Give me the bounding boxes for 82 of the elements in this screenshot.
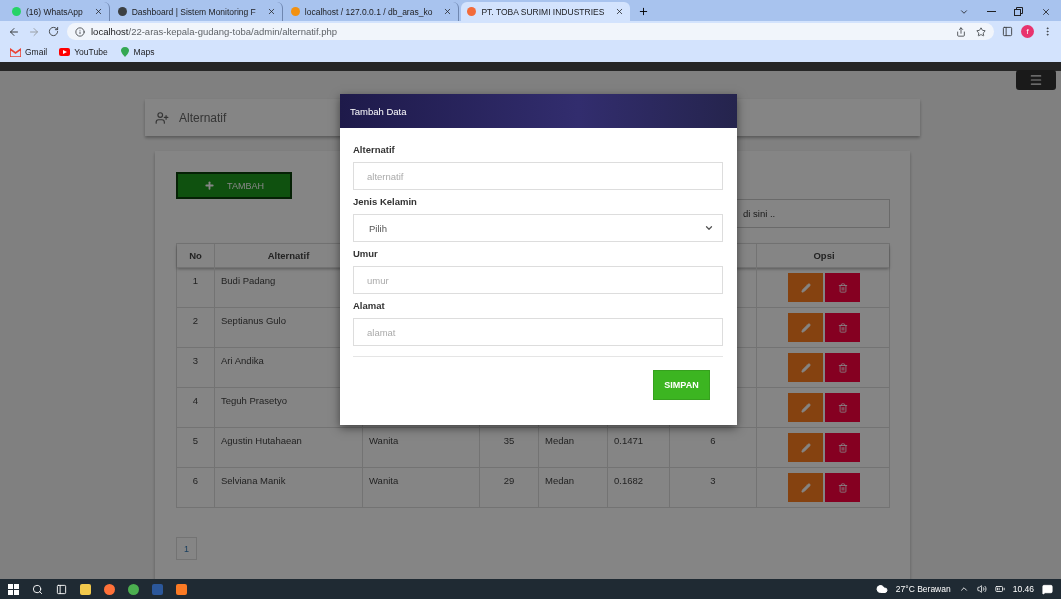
input-field[interactable]: alternatif xyxy=(353,162,723,190)
star-icon[interactable] xyxy=(976,26,986,37)
pencil-icon xyxy=(800,322,811,333)
notification-icon[interactable] xyxy=(1042,583,1053,595)
table-cell-text: 3 xyxy=(191,354,200,368)
app-icon[interactable] xyxy=(176,583,187,595)
table-cell: 35 xyxy=(479,428,538,467)
trash-icon xyxy=(837,402,848,413)
column-header: Opsi xyxy=(756,244,891,267)
cloud-icon xyxy=(875,583,888,595)
windows-start-icon[interactable] xyxy=(8,583,19,595)
pencil-icon xyxy=(800,402,811,413)
browser-tab[interactable]: PT. TOBA SURIMI INDUSTRIES xyxy=(461,2,631,21)
table-cell: 6 xyxy=(669,428,756,467)
table-cell: 3 xyxy=(669,468,756,507)
bookmark-link[interactable]: YouTube xyxy=(59,47,108,57)
trash-icon xyxy=(837,322,848,333)
table-cell: Selviana Manik xyxy=(214,468,362,507)
table-cell: Wanita xyxy=(362,428,479,467)
trash-icon xyxy=(837,442,848,453)
address-bar[interactable]: localhost/22-aras-kepala-gudang-toba/admin/alternatif.php xyxy=(67,23,994,40)
weather-text: 27°C Berawan xyxy=(895,584,951,594)
select-field[interactable]: Pilih xyxy=(353,214,723,242)
table-cell-text: 1 xyxy=(191,274,200,288)
table-cell-text: 6 xyxy=(191,474,200,488)
clock-text: 10.46 xyxy=(1012,584,1034,594)
back-icon[interactable] xyxy=(8,25,20,38)
table-cell: Agustin Hutahaean xyxy=(214,428,362,467)
new-tab-icon[interactable] xyxy=(638,6,650,17)
chevron-down-icon xyxy=(704,223,714,233)
trash-icon xyxy=(837,362,848,373)
sidebar-icon[interactable] xyxy=(1002,26,1013,37)
browser-app-icon[interactable] xyxy=(128,583,139,595)
pencil-icon xyxy=(800,442,811,453)
user-plus-icon xyxy=(155,110,169,125)
field-label: Jenis Kelamin xyxy=(353,196,418,207)
bookmark-link[interactable]: Maps xyxy=(119,47,155,57)
pencil-icon xyxy=(800,282,811,293)
close-icon[interactable] xyxy=(1041,6,1051,17)
restore-icon[interactable] xyxy=(1014,7,1023,16)
table-cell: 29 xyxy=(479,468,538,507)
close-icon xyxy=(443,7,453,16)
page-title: Alternatif xyxy=(179,110,227,125)
profile-avatar[interactable]: f xyxy=(1021,25,1034,38)
map-pin-icon xyxy=(119,47,130,57)
table-cell: 0.1682 xyxy=(607,468,669,507)
table-cell: Medan xyxy=(538,428,607,467)
table-cell-text: 5 xyxy=(191,434,200,448)
plus-icon xyxy=(204,180,216,191)
menu-button[interactable] xyxy=(1016,70,1056,90)
tray-caret-icon[interactable] xyxy=(958,584,969,594)
menu-icon xyxy=(1029,73,1043,87)
trash-icon xyxy=(837,482,848,493)
pencil-icon xyxy=(800,482,811,493)
play-icon xyxy=(59,48,71,56)
bookmark-link[interactable]: Gmail xyxy=(10,47,48,57)
input-field[interactable]: alamat xyxy=(353,318,723,346)
table-cell: Wanita xyxy=(362,468,479,507)
search-icon[interactable] xyxy=(32,583,43,595)
column-header: No xyxy=(188,249,203,263)
modal-title: Tambah Data xyxy=(350,105,407,117)
document-app-icon[interactable] xyxy=(152,583,163,595)
share-icon[interactable] xyxy=(956,26,966,37)
speaker-icon[interactable] xyxy=(976,584,987,594)
field-label: Alternatif xyxy=(353,144,396,155)
table-cell: 0.1471 xyxy=(607,428,669,467)
input-field[interactable]: umur xyxy=(353,266,723,294)
task-view-icon[interactable] xyxy=(56,583,67,595)
close-icon xyxy=(266,7,276,16)
table-cell-text: 2 xyxy=(191,314,200,328)
close-icon xyxy=(615,7,625,16)
reload-icon[interactable] xyxy=(48,26,59,37)
mail-icon xyxy=(10,47,21,57)
browser-app-icon[interactable] xyxy=(104,583,115,595)
table-cell-text: 4 xyxy=(191,394,200,408)
battery-icon[interactable] xyxy=(994,584,1005,594)
trash-icon xyxy=(837,282,848,293)
close-icon xyxy=(93,7,103,16)
folder-app-icon[interactable] xyxy=(80,583,91,595)
table-cell: Medan xyxy=(538,468,607,507)
pencil-icon xyxy=(800,362,811,373)
info-icon xyxy=(75,26,85,37)
